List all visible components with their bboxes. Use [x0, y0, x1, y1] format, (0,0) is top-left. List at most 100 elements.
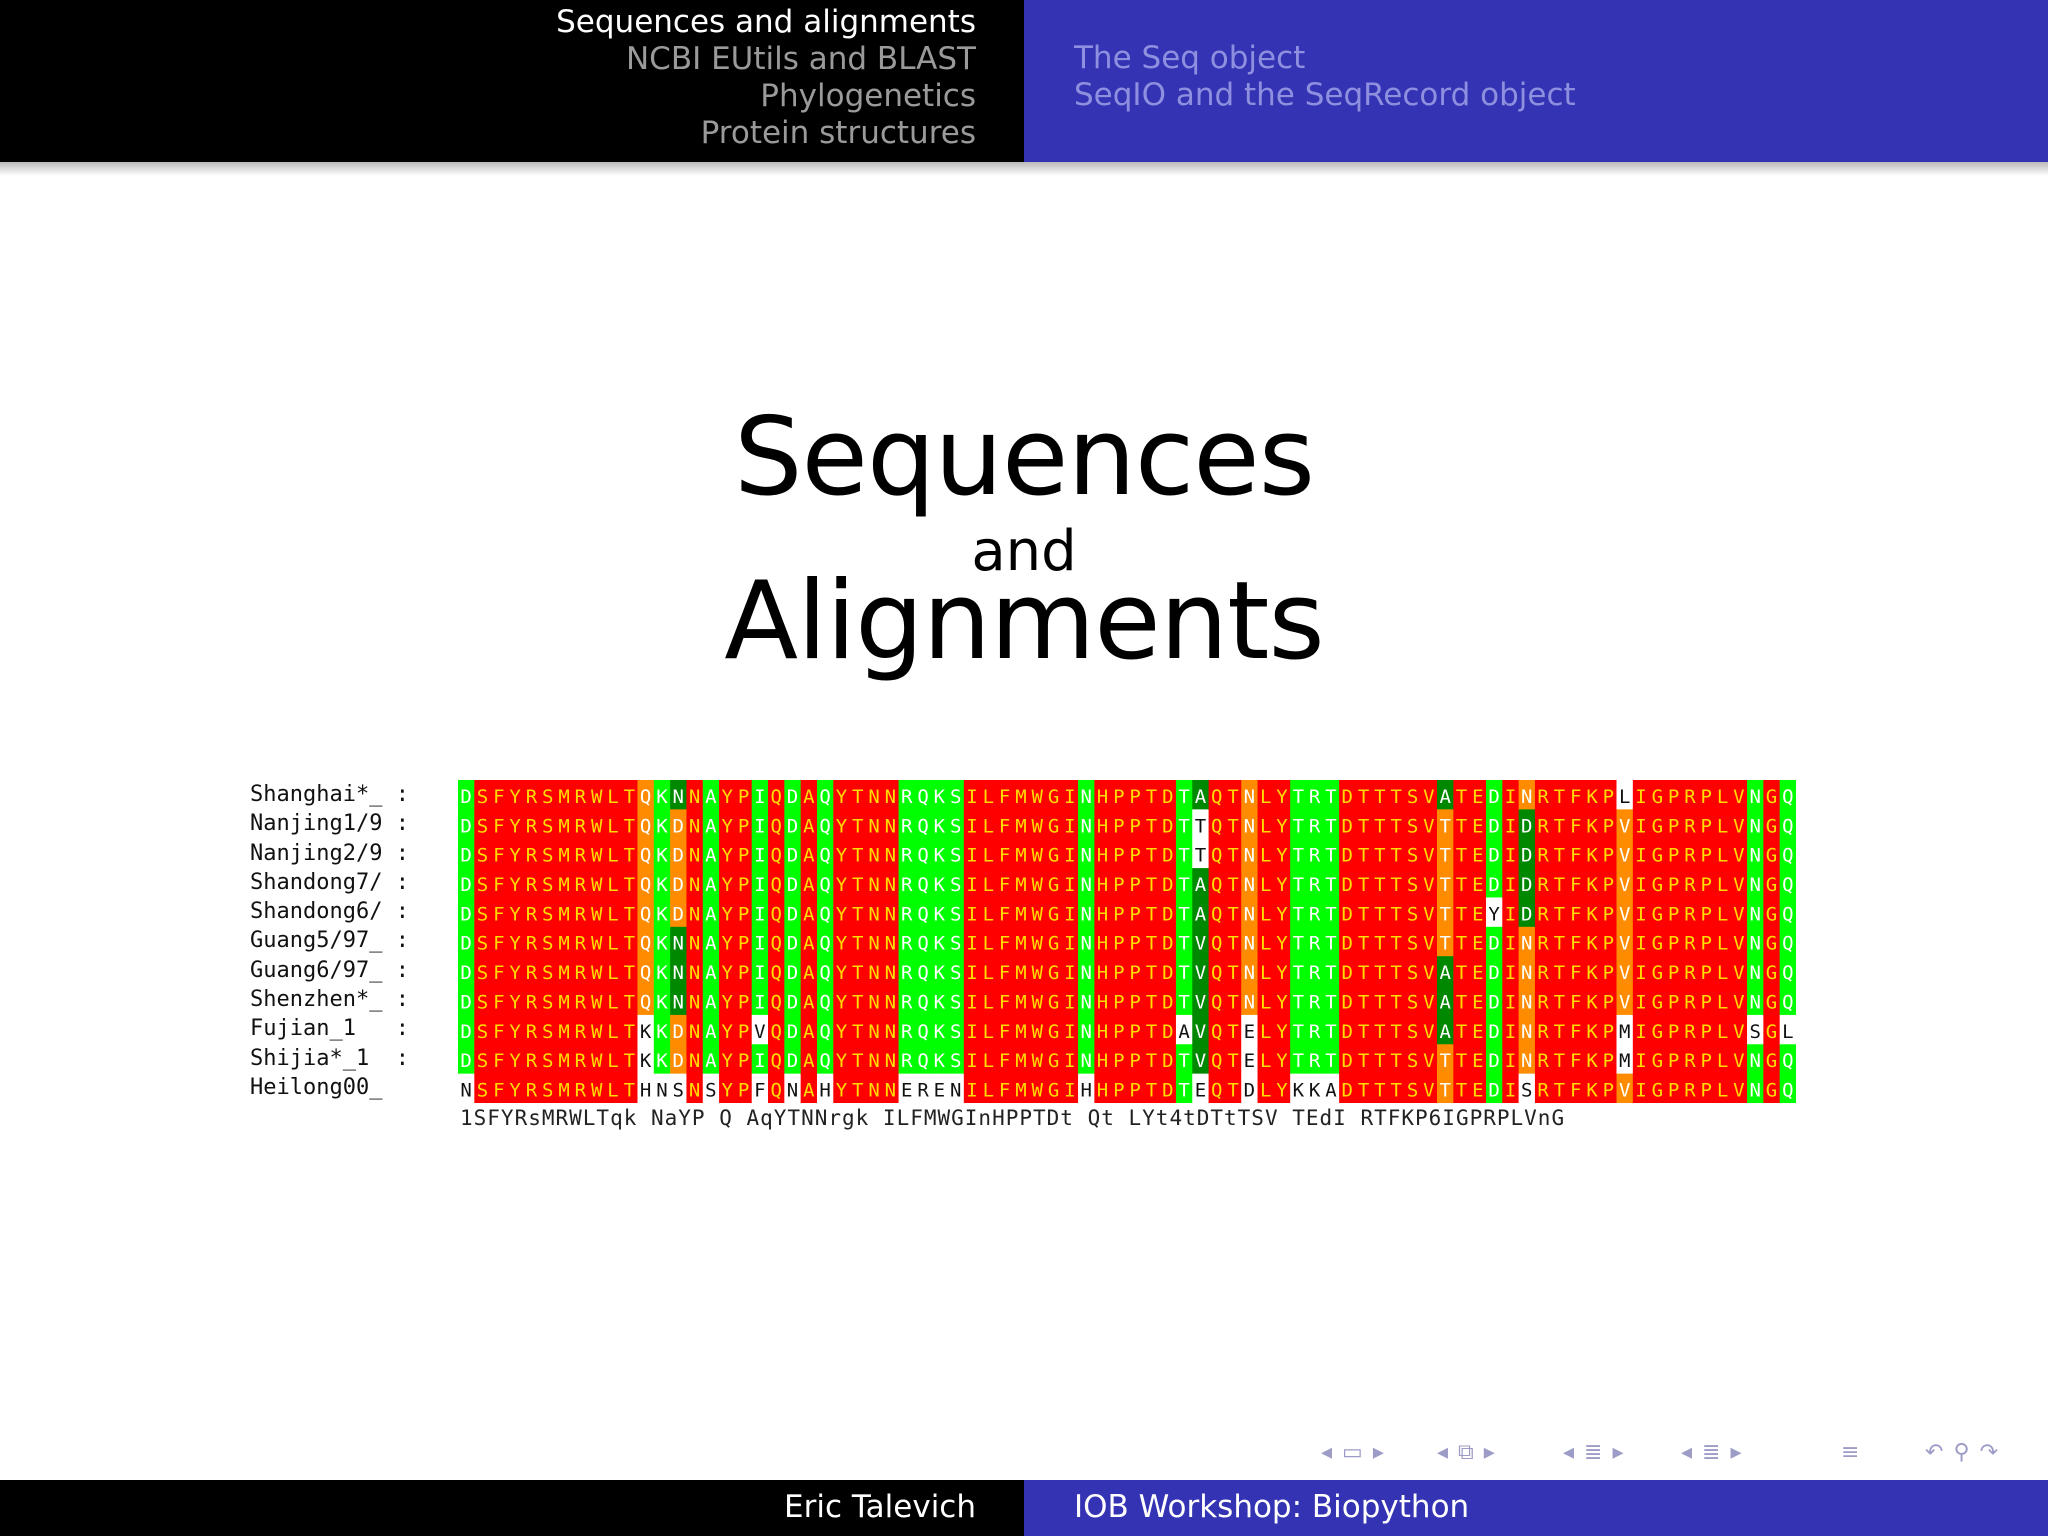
residue-letter: L [1260, 845, 1271, 867]
undo-icon[interactable]: ↶ [1925, 1440, 1943, 1465]
residue-letter: T [1391, 903, 1402, 925]
section-link-ncbi[interactable]: NCBI EUtils and BLAST [556, 41, 976, 78]
frame-icon[interactable]: ▭ [1342, 1440, 1363, 1465]
residue-letter: N [885, 1080, 896, 1102]
residue-letter: A [803, 1050, 815, 1072]
residue-letter: T [1456, 962, 1467, 984]
arrow-right-icon[interactable]: ▸ [1484, 1440, 1495, 1465]
residue-letter: L [983, 933, 994, 955]
residue-letter: P [1113, 933, 1124, 955]
residue-letter: H [1097, 1080, 1108, 1102]
residue-letter: Y [1276, 1080, 1288, 1102]
subsection-list: The Seq object SeqIO and the SeqRecord o… [1074, 40, 1576, 114]
residue-letter: S [542, 815, 553, 837]
residue-letter: K [1293, 1080, 1305, 1102]
residue-letter: K [1586, 815, 1598, 837]
footer-bar: Eric Talevich IOB Workshop: Biopython [0, 1480, 2048, 1536]
residue-letter: D [460, 1050, 471, 1072]
residue-letter: I [754, 786, 765, 808]
residue-letter: E [901, 1080, 912, 1102]
subsection-link-seqio[interactable]: SeqIO and the SeqRecord object [1074, 77, 1576, 114]
residue-letter: T [1325, 903, 1336, 925]
subsection-icon[interactable]: ⧉ [1458, 1440, 1474, 1465]
residue-letter: P [1701, 845, 1712, 867]
residue-letter: P [1701, 903, 1712, 925]
residue-letter: N [1244, 962, 1255, 984]
arrow-left-icon[interactable]: ◂ [1321, 1440, 1332, 1465]
residue-letter: Q [640, 815, 651, 837]
residue-letter: Q [917, 815, 928, 837]
residue-letter: T [1178, 786, 1189, 808]
section-link-phylogenetics[interactable]: Phylogenetics [556, 78, 976, 115]
residue-letter: G [1652, 845, 1663, 867]
residue-letter: T [1293, 815, 1304, 837]
residue-letter: S [1407, 933, 1418, 955]
residue-letter: S [542, 1050, 553, 1072]
search-icon[interactable]: ⚲ [1953, 1440, 1969, 1465]
residue-letter: N [1521, 1050, 1532, 1072]
arrow-left-icon[interactable]: ◂ [1681, 1440, 1692, 1465]
residue-letter: G [1048, 903, 1059, 925]
residue-letter: L [607, 815, 618, 837]
residue-letter: T [1178, 845, 1189, 867]
residue-letter: F [493, 933, 504, 955]
align-icon[interactable]: ≡ [1841, 1440, 1859, 1465]
residue-letter: L [1717, 1050, 1728, 1072]
residue-letter: T [1178, 991, 1189, 1013]
residue-letter: D [787, 1021, 798, 1043]
doc-icon[interactable]: ≣ [1702, 1440, 1720, 1465]
residue-letter: N [1749, 815, 1760, 837]
residue-letter: T [1439, 903, 1450, 925]
residue-letter: P [1701, 933, 1712, 955]
residue-letter: V [754, 1021, 765, 1043]
arrow-right-icon[interactable]: ▸ [1373, 1440, 1384, 1465]
residue-letter: T [1358, 962, 1369, 984]
residue-letter: P [1603, 845, 1614, 867]
residue-letter: Y [1276, 786, 1288, 808]
residue-letter: P [1603, 786, 1614, 808]
residue-letter: D [1162, 815, 1173, 837]
residue-letter: W [591, 991, 603, 1013]
residue-letter: T [1358, 1080, 1369, 1102]
residue-letter: Y [509, 1080, 521, 1102]
residue-letter: P [1603, 1021, 1614, 1043]
residue-letter: I [754, 933, 765, 955]
residue-letter: I [1064, 1021, 1075, 1043]
residue-letter: N [673, 933, 684, 955]
residue-letter: M [558, 845, 569, 867]
subsection-link-seq-object[interactable]: The Seq object [1074, 40, 1576, 77]
residue-letter: D [1488, 1021, 1499, 1043]
residue-letter: S [542, 962, 553, 984]
residue-letter: L [607, 991, 618, 1013]
residue-letter: T [624, 786, 635, 808]
residue-letter: V [1195, 962, 1206, 984]
residue-letter: N [1244, 991, 1255, 1013]
arrow-right-icon[interactable]: ▸ [1730, 1440, 1741, 1465]
residue-letter: D [460, 786, 471, 808]
residue-letter: G [1766, 1050, 1777, 1072]
section-link-sequences[interactable]: Sequences and alignments [556, 4, 976, 41]
residue-letter: R [575, 903, 587, 925]
residue-letter: Y [509, 1050, 521, 1072]
residue-letter: T [1374, 933, 1385, 955]
residue-letter: K [656, 1021, 668, 1043]
residue-letter: P [1668, 933, 1679, 955]
residue-letter: D [1488, 1050, 1499, 1072]
residue-letter: T [1456, 933, 1467, 955]
sequence-name: Guang5/97_ : [250, 928, 409, 954]
arrow-right-icon[interactable]: ▸ [1612, 1440, 1623, 1465]
residue-letter: R [575, 962, 587, 984]
residue-letter: T [1178, 962, 1189, 984]
residue-letter: M [558, 1050, 569, 1072]
residue-letter: R [901, 874, 913, 896]
arrow-left-icon[interactable]: ◂ [1437, 1440, 1448, 1465]
residue-letter: S [542, 786, 553, 808]
residue-letter: W [591, 903, 603, 925]
section-link-protein[interactable]: Protein structures [556, 115, 976, 152]
residue-letter: R [575, 815, 587, 837]
arrow-left-icon[interactable]: ◂ [1563, 1440, 1574, 1465]
section-icon[interactable]: ≣ [1584, 1440, 1602, 1465]
residue-letter: T [1358, 903, 1369, 925]
residue-letter: S [1407, 903, 1418, 925]
redo-icon[interactable]: ↷ [1980, 1440, 1998, 1465]
